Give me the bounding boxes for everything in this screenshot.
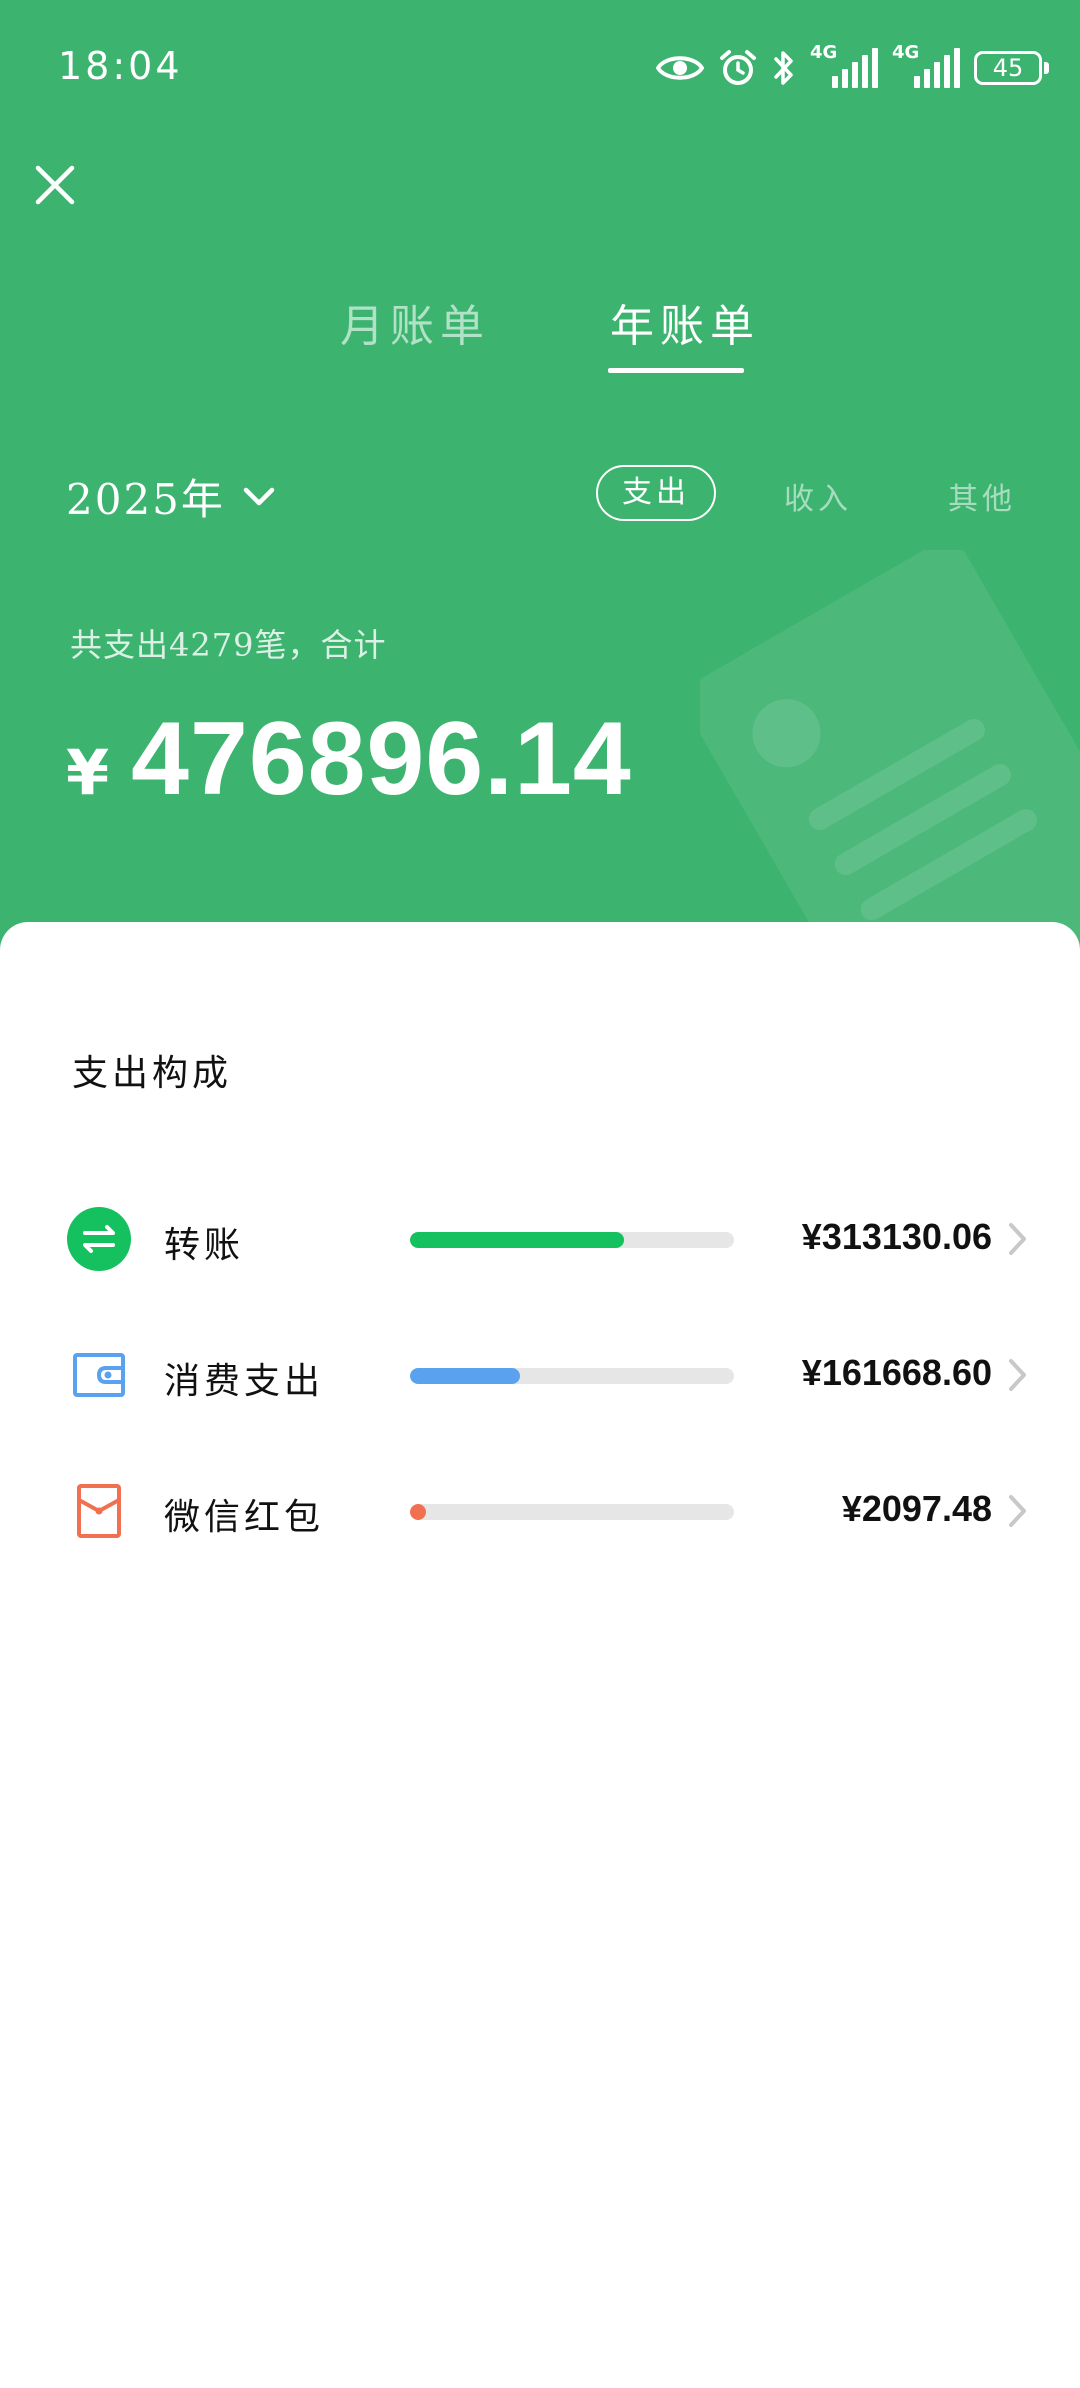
progress-fill	[410, 1232, 624, 1248]
breakdown-amount: ¥2097.48	[841, 1488, 992, 1529]
battery-icon: 45	[974, 51, 1049, 85]
breakdown-sheet: 支出构成 转账 ¥313130.06 消费支出 ¥161668.60 微信红包 …	[0, 922, 1080, 2388]
header: 18:04 4G 4G 45 月账单 年账单 2025年 支出 收入 其他 共支…	[0, 0, 1080, 960]
status-bar: 18:04 4G 4G 45	[0, 0, 1080, 135]
expense-summary: 共支出4279笔，合计	[70, 626, 387, 664]
breakdown-row-red-packet[interactable]: 微信红包 ¥2097.48	[0, 1460, 1080, 1560]
year-label: 2025年	[66, 475, 225, 524]
progress-track	[410, 1232, 734, 1248]
progress-track	[410, 1504, 734, 1520]
breakdown-label: 消费支出	[164, 1361, 325, 1402]
progress-fill	[410, 1504, 427, 1520]
chevron-right-icon	[1009, 1359, 1026, 1391]
tab-monthly-bill[interactable]: 月账单	[340, 290, 490, 354]
chevron-right-icon	[1009, 1223, 1026, 1255]
breakdown-label: 微信红包	[164, 1497, 325, 1538]
chevron-down-icon	[243, 487, 275, 505]
breakdown-amount: ¥313130.06	[801, 1216, 992, 1257]
signal-1-icon: 4G	[810, 44, 878, 88]
filter-expense[interactable]: 支出	[596, 465, 716, 521]
chevron-right-icon	[1009, 1495, 1026, 1527]
status-time: 18:04	[58, 44, 183, 88]
breakdown-label: 转账	[164, 1225, 245, 1266]
wallet-icon	[73, 1353, 125, 1397]
currency-symbol: ¥	[66, 736, 110, 809]
tab-yearly-bill[interactable]: 年账单	[610, 290, 760, 354]
status-icons: 4G 4G 45	[642, 42, 1049, 94]
signal-2-icon: 4G	[892, 44, 960, 88]
breakdown-amount: ¥161668.60	[801, 1352, 992, 1393]
progress-fill	[410, 1368, 521, 1384]
total-value: 476896.14	[131, 701, 632, 817]
transfer-icon	[67, 1207, 131, 1271]
total-amount: ¥ 476896.14	[66, 700, 632, 819]
close-icon[interactable]	[30, 160, 80, 210]
eye-icon	[656, 56, 704, 80]
bill-tabs: 月账单 年账单	[0, 290, 1080, 390]
year-selector[interactable]: 2025年	[66, 466, 275, 527]
bill-decoration-icon	[700, 550, 1080, 960]
filter-income[interactable]: 收入	[784, 474, 852, 518]
progress-track	[410, 1368, 734, 1384]
bluetooth-icon	[774, 51, 793, 85]
breakdown-row-consumption[interactable]: 消费支出 ¥161668.60	[0, 1324, 1080, 1424]
red-packet-icon	[77, 1484, 121, 1538]
active-tab-indicator	[608, 368, 744, 373]
filter-other[interactable]: 其他	[948, 474, 1016, 518]
breakdown-row-transfer[interactable]: 转账 ¥313130.06	[0, 1188, 1080, 1288]
alarm-icon	[720, 50, 756, 85]
section-title: 支出构成	[72, 1053, 233, 1094]
